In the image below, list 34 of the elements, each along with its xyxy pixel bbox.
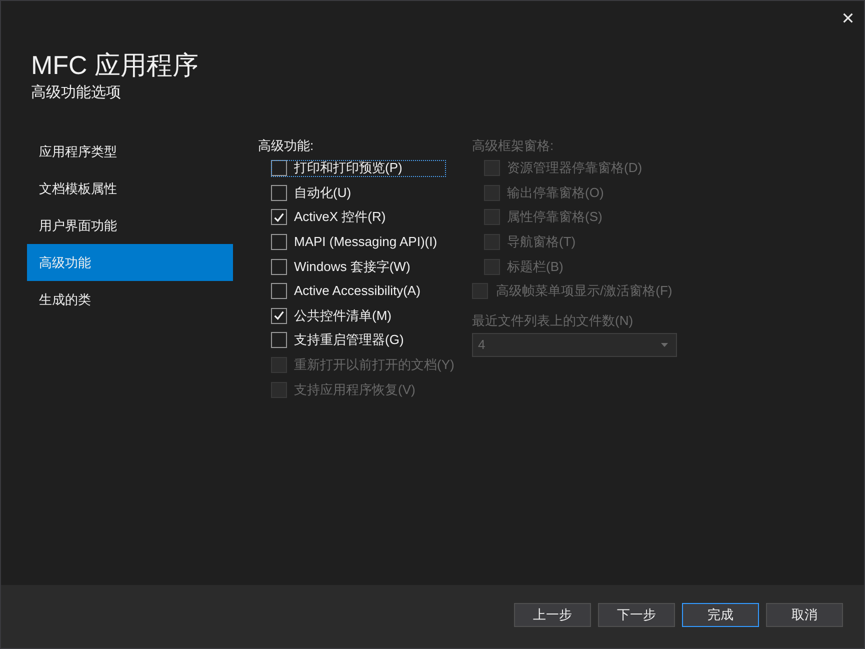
checkbox[interactable] — [271, 258, 287, 275]
sidebar-item[interactable]: 生成的类 — [27, 281, 233, 318]
page-subtitle: 高级功能选项 — [31, 83, 122, 103]
checkmark-icon — [274, 212, 284, 222]
checkbox-label[interactable]: Active Accessibility(A) — [294, 283, 420, 300]
close-icon[interactable] — [843, 13, 853, 23]
checkbox[interactable] — [271, 283, 287, 300]
checkbox[interactable] — [271, 332, 287, 348]
checkbox-label[interactable]: 打印和打印预览(P) — [294, 160, 402, 176]
checkbox[interactable] — [271, 184, 287, 201]
sidebar-item[interactable]: 文档模板属性 — [27, 170, 233, 207]
group-label: 高级功能: — [258, 138, 315, 154]
checkbox-label[interactable]: 公共控件清单(M) — [294, 308, 392, 324]
window-title: MFC 应用程序 — [31, 50, 200, 80]
checkmark-icon — [274, 311, 284, 320]
field-label: 最近文件列表上的文件数(N) — [472, 312, 634, 329]
checkbox-label[interactable]: 自动化(U) — [294, 184, 352, 201]
wizard-button[interactable]: 取消 — [766, 603, 843, 627]
checkbox-label[interactable]: Windows 套接字(W) — [294, 258, 410, 275]
group-label: 高级框架窗格: — [472, 138, 555, 154]
checkbox[interactable] — [271, 209, 287, 226]
wizard-button[interactable]: 下一步 — [598, 603, 675, 627]
wizard-button[interactable]: 完成 — [682, 603, 759, 627]
checkbox[interactable] — [271, 234, 287, 250]
sidebar-item[interactable]: 应用程序类型 — [27, 133, 233, 170]
checkbox-label[interactable]: MAPI (Messaging API)(I) — [294, 234, 438, 250]
checkbox-label[interactable]: 支持重启管理器(G) — [294, 332, 404, 348]
sidebar-item[interactable]: 高级功能 — [27, 244, 233, 281]
caret-icon — [661, 342, 668, 347]
checkbox-label[interactable]: ActiveX 控件(R) — [294, 209, 386, 226]
sidebar-item[interactable]: 用户界面功能 — [27, 207, 233, 244]
wizard-button[interactable]: 上一步 — [514, 603, 591, 627]
checkbox[interactable] — [271, 160, 287, 176]
checkbox[interactable] — [271, 308, 287, 324]
